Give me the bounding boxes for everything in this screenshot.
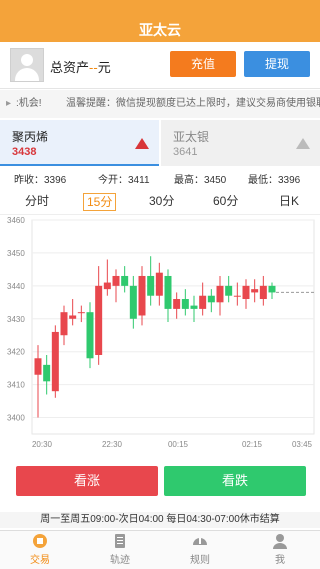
x-tick-label: 02:15	[242, 440, 263, 449]
y-tick-label: 3420	[7, 348, 25, 357]
avatar-body	[15, 68, 39, 81]
candle-body	[138, 275, 146, 316]
notice-text-1: :机会!	[16, 98, 42, 109]
candle-body	[155, 272, 163, 296]
candle-body	[86, 312, 94, 359]
up-arrow-icon	[135, 138, 149, 149]
candle-body	[190, 305, 198, 309]
track-icon	[115, 534, 125, 548]
notice-bar: ▸ :机会! 温馨提醒：微信提现额度已达上限时，建议交易商使用银联提	[0, 90, 320, 118]
status-bar	[0, 0, 320, 20]
stat-open: 今开：3411	[98, 175, 150, 186]
trading-hours: 周一至周五09:00-次日04:00 每日04:30-07:00休市结算	[0, 512, 320, 528]
y-tick-label: 3430	[7, 315, 25, 324]
assets-label: 总资产	[50, 60, 90, 75]
y-tick-label: 3400	[7, 414, 25, 423]
candle-body	[51, 331, 59, 392]
candle-body	[103, 282, 111, 290]
assets-value: --	[89, 60, 98, 75]
recharge-button[interactable]: 充值	[170, 51, 236, 77]
nav-item-track[interactable]: 轨迹	[80, 533, 160, 566]
x-tick-label: 03:45	[292, 440, 313, 449]
period-tab-60m[interactable]: 60分	[210, 193, 241, 209]
candle-body	[199, 295, 207, 309]
product-price: 3641	[173, 146, 198, 158]
period-tab-time[interactable]: 分时	[22, 193, 52, 209]
kline-chart[interactable]: 3460 3450 3440 3430 3420 3410 3400 20:30 22:30 00…	[0, 214, 320, 452]
account-bar: 总资产--元 充值 提现	[0, 44, 320, 89]
trade-icon	[33, 534, 47, 548]
product-tabs: 聚丙烯 3438 亚太银 3641	[0, 120, 320, 166]
withdraw-button[interactable]: 提现	[244, 51, 310, 77]
candle-body	[112, 275, 120, 286]
nav-label: 我	[275, 555, 285, 566]
product-name: 聚丙烯	[12, 130, 49, 144]
candle-body	[216, 285, 224, 303]
y-tick-label: 3440	[7, 282, 25, 291]
stat-prev-close: 昨收：3396	[14, 175, 67, 186]
candle-body	[173, 299, 181, 309]
candle-body	[268, 285, 276, 293]
bottom-nav: 交易 轨迹 规则 我	[0, 530, 320, 569]
product-price: 3438	[12, 146, 37, 158]
avatar[interactable]	[10, 48, 44, 82]
stat-low: 最低：3396	[248, 175, 301, 186]
candle-body	[34, 358, 42, 375]
price-stats: 昨收：3396 今开：3411 最高：3450 最低：3396	[0, 168, 320, 186]
kline-svg: 3460 3450 3440 3430 3420 3410 3400 20:30 22:30 00…	[7, 216, 315, 449]
candle-body	[129, 285, 137, 319]
buy-fall-button[interactable]: 看跌	[164, 466, 306, 496]
nav-item-profile[interactable]: 我	[240, 533, 320, 566]
rules-icon	[193, 538, 207, 545]
candle-body	[95, 285, 103, 355]
candle-body	[121, 275, 129, 286]
notice-text-2: 温馨提醒：微信提现额度已达上限时，建议交易商使用银联提	[66, 98, 320, 109]
candle-body	[251, 289, 259, 293]
candle-body	[69, 315, 77, 319]
period-selector: 分时 15分 30分 60分 日K	[0, 188, 320, 215]
speaker-icon: ▸	[6, 98, 12, 109]
candle-body	[147, 275, 155, 296]
nav-item-trade[interactable]: 交易	[0, 533, 80, 566]
total-assets: 总资产--元	[50, 57, 111, 76]
app-title: 亚太云	[0, 20, 320, 42]
nav-item-rules[interactable]: 规则	[160, 533, 240, 566]
period-tab-day[interactable]: 日K	[276, 193, 302, 209]
candle-body	[181, 299, 189, 309]
candle-body	[77, 312, 85, 314]
x-tick-label: 22:30	[102, 440, 123, 449]
nav-label: 规则	[190, 555, 210, 566]
nav-label: 轨迹	[110, 555, 130, 566]
assets-unit: 元	[97, 60, 111, 75]
candle-body	[225, 285, 233, 296]
x-tick-label: 00:15	[168, 440, 189, 449]
product-name: 亚太银	[173, 130, 210, 144]
candle-body	[207, 295, 215, 303]
candle-body	[164, 275, 172, 309]
product-tab-polypropylene[interactable]: 聚丙烯 3438	[0, 120, 159, 166]
candle-body	[259, 285, 267, 300]
buy-rise-button[interactable]: 看涨	[16, 466, 158, 496]
y-tick-label: 3450	[7, 249, 25, 258]
y-tick-label: 3410	[7, 381, 25, 390]
x-tick-label: 20:30	[32, 440, 53, 449]
avatar-head	[21, 54, 33, 66]
candle-body	[242, 285, 250, 300]
period-tab-15m[interactable]: 15分	[83, 193, 117, 211]
period-tab-30m[interactable]: 30分	[146, 193, 177, 209]
product-tab-silver[interactable]: 亚太银 3641	[161, 120, 320, 166]
candle-body	[43, 364, 51, 382]
up-arrow-icon	[296, 138, 310, 149]
stat-high: 最高：3450	[174, 175, 227, 186]
candle-body	[233, 295, 241, 297]
y-tick-label: 3460	[7, 216, 25, 225]
nav-label: 交易	[30, 555, 50, 566]
plot-frame	[31, 219, 315, 435]
candle-body	[60, 312, 68, 336]
profile-icon	[273, 534, 287, 549]
